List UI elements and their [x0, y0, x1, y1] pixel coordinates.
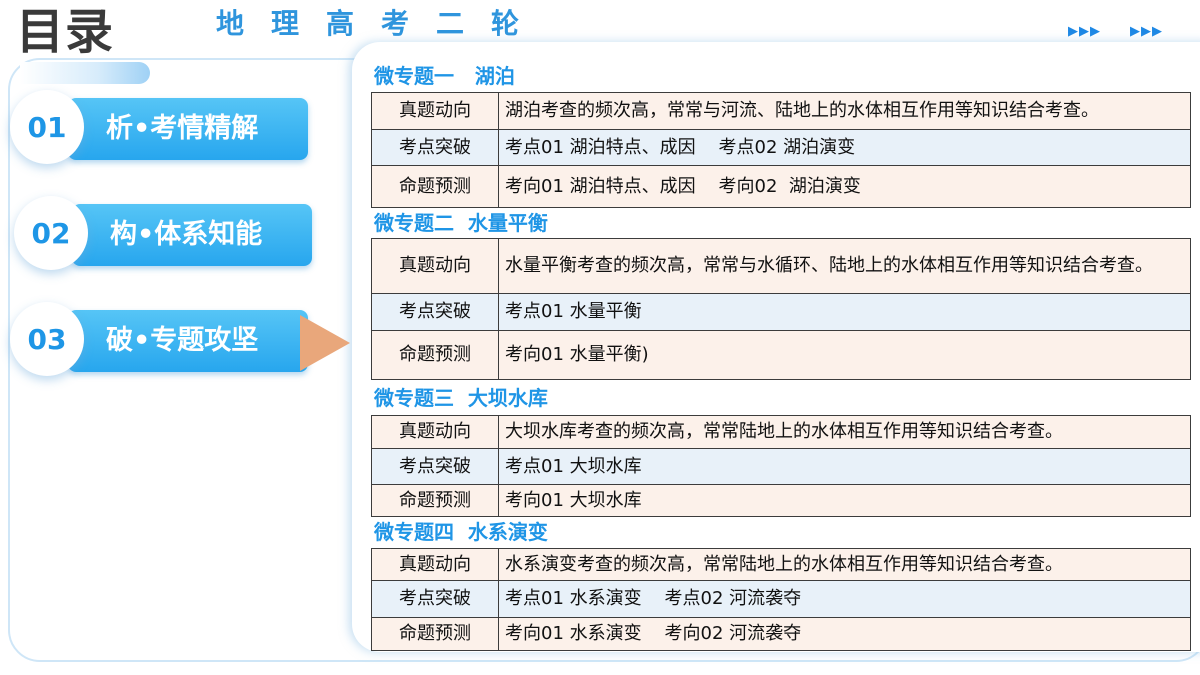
table-row: 真题动向 水量平衡考查的频次高，常常与水循环、陆地上的水体相互作用等知识结合考查… [371, 238, 1191, 294]
table-row: 真题动向 湖泊考查的频次高，常常与河流、陆地上的水体相互作用等知识结合考查。 [371, 92, 1191, 130]
nav-label: 破•专题攻坚 [68, 310, 308, 372]
row-value: 考点01 水量平衡 [498, 293, 1191, 331]
table-row: 命题预测 考向01 湖泊特点、成因 考向02 湖泊演变 [371, 165, 1191, 208]
nav-item-analysis[interactable]: 01 析•考情精解 [10, 90, 320, 164]
topic-title: 微专题一 湖泊 [374, 64, 515, 88]
row-label: 考点突破 [371, 580, 499, 618]
table-row: 真题动向 大坝水库考查的频次高，常常陆地上的水体相互作用等知识结合考查。 [371, 415, 1191, 449]
nav-number-badge: 01 [10, 90, 84, 164]
row-value: 考向01 大坝水库 [498, 484, 1191, 517]
row-label: 命题预测 [371, 330, 499, 380]
frame-tab-decoration [20, 62, 150, 84]
row-value: 考点01 大坝水库 [498, 448, 1191, 485]
triple-arrow-icon: ▶▶▶ [1068, 24, 1101, 39]
row-value: 考点01 水系演变 考点02 河流袭夺 [498, 580, 1191, 618]
table-row: 考点突破 考点01 湖泊特点、成因 考点02 湖泊演变 [371, 129, 1191, 166]
nav-label: 构•体系知能 [72, 204, 312, 266]
row-label: 考点突破 [371, 293, 499, 331]
page-subtitle: 地理高考二轮 [216, 7, 547, 40]
topic-table: 真题动向 水量平衡考查的频次高，常常与水循环、陆地上的水体相互作用等知识结合考查… [371, 238, 1191, 380]
row-label: 考点突破 [371, 129, 499, 166]
row-label: 真题动向 [371, 92, 499, 130]
row-label: 真题动向 [371, 415, 499, 449]
table-row: 命题预测 考向01 水系演变 考向02 河流袭夺 [371, 617, 1191, 651]
topic-title: 微专题二 水量平衡 [374, 211, 548, 235]
table-row: 考点突破 考点01 水系演变 考点02 河流袭夺 [371, 580, 1191, 618]
topic-title: 微专题三 大坝水库 [374, 386, 548, 410]
row-label: 真题动向 [371, 548, 499, 581]
topic-table: 真题动向 水系演变考查的频次高，常常陆地上的水体相互作用等知识结合考查。 考点突… [371, 548, 1191, 651]
table-row: 考点突破 考点01 水量平衡 [371, 293, 1191, 331]
row-label: 真题动向 [371, 238, 499, 294]
row-label: 考点突破 [371, 448, 499, 485]
nav-number-badge: 02 [14, 196, 88, 270]
row-value: 考向01 水量平衡) [498, 330, 1191, 380]
table-row: 真题动向 水系演变考查的频次高，常常陆地上的水体相互作用等知识结合考查。 [371, 548, 1191, 581]
active-pointer-arrow-icon [300, 315, 350, 371]
nav-label: 析•考情精解 [68, 98, 308, 160]
row-label: 命题预测 [371, 617, 499, 651]
topic-table: 真题动向 大坝水库考查的频次高，常常陆地上的水体相互作用等知识结合考查。 考点突… [371, 415, 1191, 517]
topic-table: 真题动向 湖泊考查的频次高，常常与河流、陆地上的水体相互作用等知识结合考查。 考… [371, 92, 1191, 208]
topic-title: 微专题四 水系演变 [374, 520, 548, 544]
row-value: 考向01 湖泊特点、成因 考向02 湖泊演变 [498, 165, 1191, 208]
row-value: 湖泊考查的频次高，常常与河流、陆地上的水体相互作用等知识结合考查。 [498, 92, 1191, 130]
row-label: 命题预测 [371, 165, 499, 208]
nav-item-system[interactable]: 02 构•体系知能 [10, 196, 320, 270]
row-value: 水系演变考查的频次高，常常陆地上的水体相互作用等知识结合考查。 [498, 548, 1191, 581]
table-row: 命题预测 考向01 水量平衡) [371, 330, 1191, 380]
row-label: 命题预测 [371, 484, 499, 517]
row-value: 考向01 水系演变 考向02 河流袭夺 [498, 617, 1191, 651]
triple-arrow-icon: ▶▶▶ [1130, 24, 1163, 39]
row-value: 水量平衡考查的频次高，常常与水循环、陆地上的水体相互作用等知识结合考查。 [498, 238, 1191, 294]
nav-item-topics[interactable]: 03 破•专题攻坚 [10, 302, 320, 376]
row-value: 考点01 湖泊特点、成因 考点02 湖泊演变 [498, 129, 1191, 166]
page-title: 目录 [16, 4, 115, 60]
table-row: 命题预测 考向01 大坝水库 [371, 484, 1191, 517]
nav-number-badge: 03 [10, 302, 84, 376]
table-row: 考点突破 考点01 大坝水库 [371, 448, 1191, 485]
row-value: 大坝水库考查的频次高，常常陆地上的水体相互作用等知识结合考查。 [498, 415, 1191, 449]
